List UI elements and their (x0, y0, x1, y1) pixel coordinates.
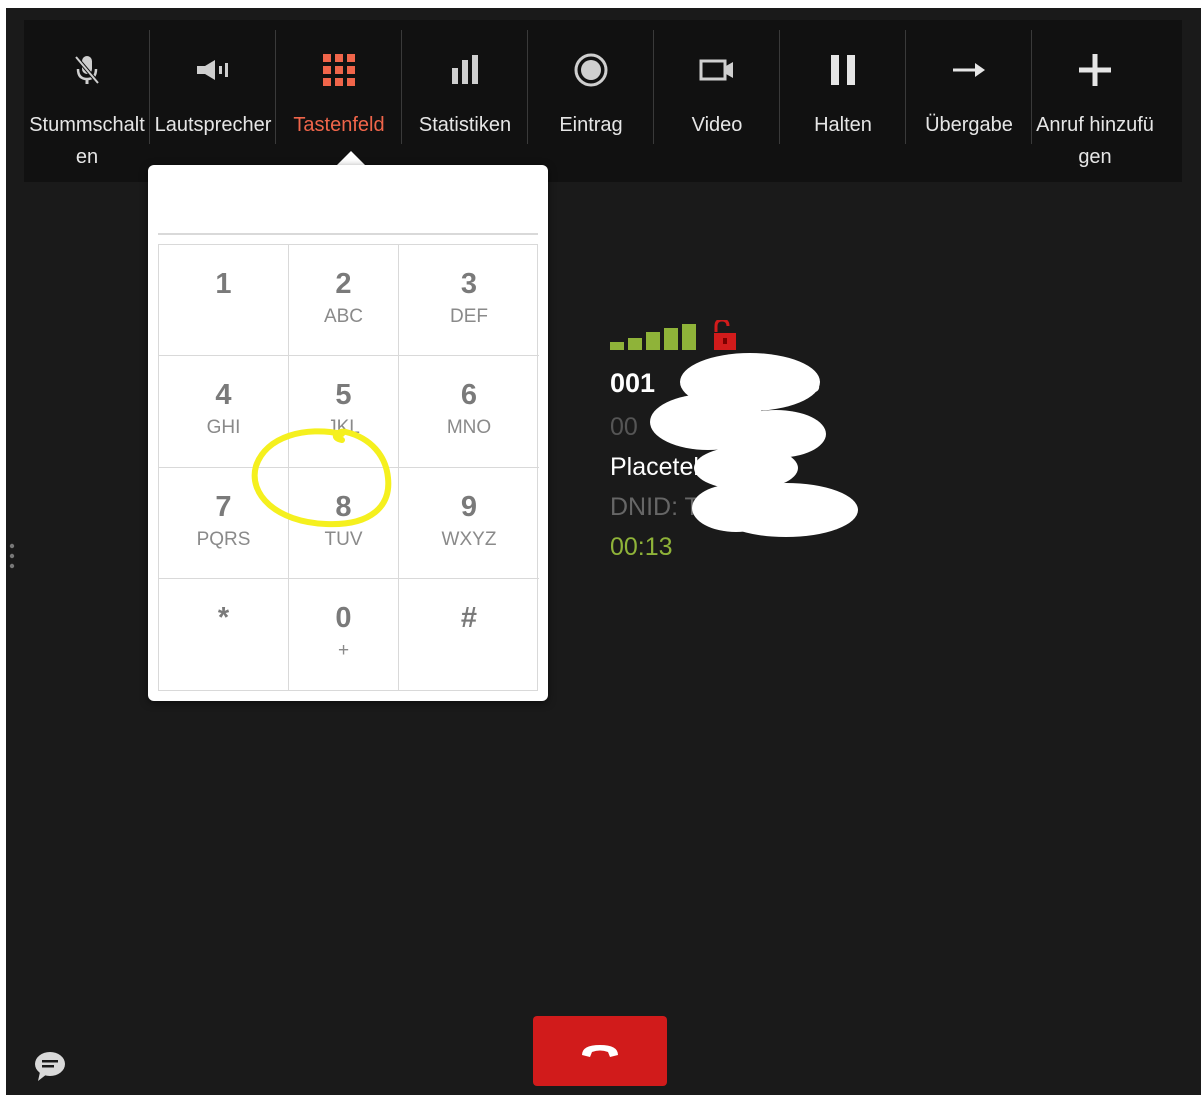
key-letters: DEF (450, 306, 488, 327)
signal-strength-icon (610, 320, 736, 350)
key-hash[interactable]: # (399, 579, 539, 690)
video-camera-icon (654, 50, 780, 90)
key-6[interactable]: 6 MNO (399, 356, 539, 468)
key-letters: + (337, 639, 350, 661)
key-8[interactable]: 8 TUV (289, 467, 399, 579)
key-letters: TUV (324, 528, 363, 550)
mute-button[interactable]: Stummschalten (24, 20, 150, 182)
caller-number: 001 3 (610, 368, 820, 399)
cropped-caption-strip (0, 0, 1201, 8)
caller-secondary-number: 00 3 (610, 413, 802, 442)
statistics-button-label: Statistiken (418, 114, 512, 136)
keypad-grid: 1 2 ABC 3 DEF 4 GHI 5 JKL 6 MNO 7 PQRS 8 TUV 9 W… (158, 244, 539, 691)
call-info-panel: 001 3 00 3 Placetel DNID: T 00:13 (610, 318, 910, 578)
key-digit: 1 (215, 268, 232, 300)
keypad-grid-icon (276, 50, 402, 90)
phone-hangup-icon (582, 1045, 618, 1057)
caller-company: Placetel (610, 453, 699, 481)
plus-icon (1032, 50, 1158, 90)
speaker-button-label: Lautsprecher (154, 114, 272, 136)
pause-icon (780, 50, 906, 90)
key-digit: 5 (335, 379, 352, 412)
key-9[interactable]: 9 WXYZ (399, 468, 539, 579)
key-digit: 4 (215, 379, 232, 412)
caller-number-suffix: 3 (805, 368, 821, 398)
cropped-caption-text (6, 0, 11, 8)
resize-grip-icon[interactable] (9, 542, 15, 570)
key-digit: 6 (460, 379, 478, 412)
key-digit: 8 (335, 490, 352, 523)
key-letters: MNO (446, 417, 492, 439)
chat-bubble-icon[interactable] (32, 1048, 68, 1084)
transfer-button[interactable]: Übergabe (906, 20, 1032, 182)
microphone-muted-icon (24, 50, 150, 90)
bar-chart-icon (402, 50, 528, 90)
caller-secondary-suffix: 3 (787, 413, 802, 441)
keypad-popover: 1 2 ABC 3 DEF 4 GHI 5 JKL 6 MNO 7 PQRS 8 TUV 9 W… (148, 165, 548, 701)
add-call-button[interactable]: Anruf hinzufügen (1032, 20, 1158, 182)
video-button[interactable]: Video (654, 20, 780, 182)
key-letters: GHI (206, 417, 241, 439)
hangup-button[interactable] (533, 1016, 667, 1086)
caller-dnid: DNID: T (610, 493, 700, 521)
mute-button-label: Stummschalten (29, 114, 145, 168)
record-icon (528, 50, 654, 90)
hold-button[interactable]: Halten (780, 20, 906, 182)
call-window: Stummschalten Lautsprecher Tastenfeld St… (6, 8, 1201, 1095)
key-3[interactable]: 3 DEF (399, 245, 539, 357)
caller-secondary-prefix: 00 (610, 413, 638, 441)
key-letters: ABC (323, 306, 364, 327)
key-digit: * (217, 601, 230, 634)
speaker-button[interactable]: Lautsprecher (150, 20, 276, 182)
key-digit: 9 (460, 490, 478, 523)
key-digit: 3 (460, 268, 478, 300)
speaker-icon (150, 50, 276, 90)
statistics-button[interactable]: Statistiken (402, 20, 528, 182)
key-4[interactable]: 4 GHI (159, 356, 289, 468)
key-0[interactable]: 0 + (289, 578, 399, 690)
caller-number-prefix: 001 (610, 368, 656, 398)
dtmf-input[interactable] (158, 165, 538, 235)
keypad-popover-arrow (336, 151, 366, 166)
record-button-label: Eintrag (559, 114, 623, 136)
key-5[interactable]: 5 JKL (289, 356, 399, 468)
video-button-label: Video (691, 114, 743, 136)
key-letters: PQRS (196, 528, 251, 550)
key-star[interactable]: * (159, 578, 289, 690)
key-1[interactable]: 1 (159, 245, 289, 357)
keypad-button-label: Tastenfeld (293, 114, 385, 136)
record-button[interactable]: Eintrag (528, 20, 654, 182)
key-letters: WXYZ (441, 528, 497, 550)
call-toolbar: Stummschalten Lautsprecher Tastenfeld St… (24, 20, 1182, 182)
key-7[interactable]: 7 PQRS (159, 467, 289, 579)
key-letters: JKL (327, 417, 360, 439)
add-call-button-label: Anruf hinzufügen (1036, 114, 1154, 168)
key-2[interactable]: 2 ABC (289, 245, 399, 357)
key-digit: 0 (335, 601, 352, 634)
arrow-right-icon (906, 50, 1032, 90)
key-digit: # (460, 601, 478, 634)
key-digit: 2 (335, 268, 352, 300)
transfer-button-label: Übergabe (925, 114, 1013, 136)
key-digit: 7 (215, 490, 232, 523)
unlocked-padlock-icon (714, 320, 736, 350)
hold-button-label: Halten (814, 114, 872, 136)
call-timer: 00:13 (610, 533, 673, 561)
